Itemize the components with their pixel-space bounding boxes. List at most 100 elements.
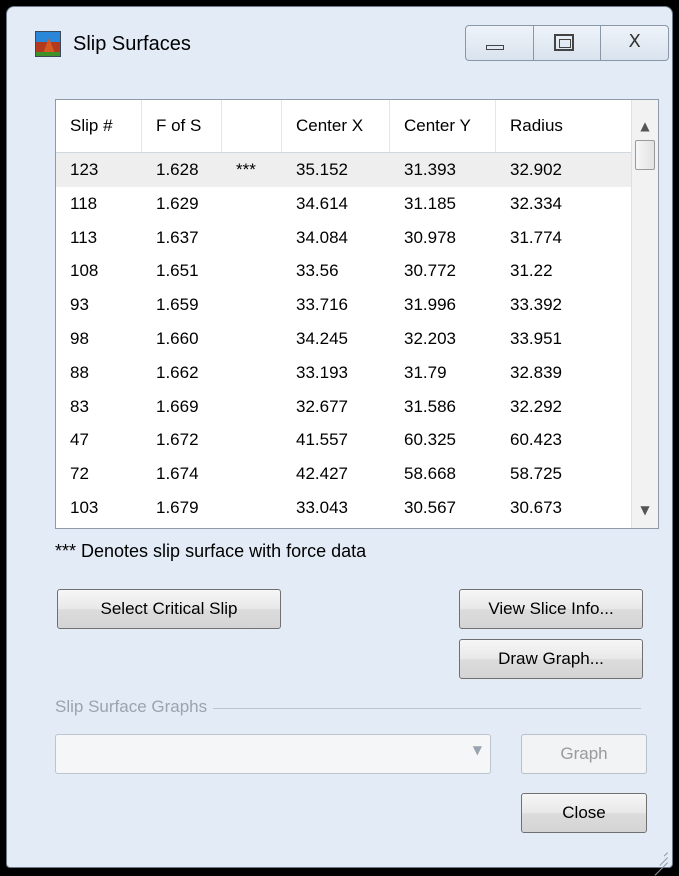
table-row[interactable]: 118 1.629 34.614 31.185 32.334 (56, 187, 632, 221)
chevron-down-icon: ▼ (472, 743, 482, 757)
draw-graph-button[interactable]: Draw Graph... (459, 639, 643, 679)
force-flag-cell (222, 288, 282, 322)
graph-type-select[interactable]: ▼ (55, 734, 491, 774)
column-header-flag[interactable] (222, 100, 282, 152)
column-header-center-y[interactable]: Center Y (390, 100, 496, 152)
force-flag-cell (222, 390, 282, 424)
factor-of-safety-cell: 1.637 (156, 227, 199, 247)
title-bar[interactable]: Slip Surfaces X (7, 7, 672, 65)
center-y-cell: 31.996 (404, 295, 456, 315)
force-flag-cell (222, 491, 282, 525)
factor-of-safety-cell: 1.660 (156, 328, 199, 348)
center-x-cell: 34.614 (296, 193, 348, 213)
center-x-cell: 32.677 (296, 396, 348, 416)
caption-buttons: X (465, 25, 669, 61)
slip-surface-graphs-label: Slip Surface Graphs (55, 697, 214, 717)
slip-number-cell: 113 (70, 227, 98, 247)
vertical-scrollbar[interactable]: ▲ ▼ (631, 100, 658, 528)
minimize-button[interactable] (466, 26, 534, 60)
center-x-cell: 35.152 (296, 160, 348, 179)
column-header-fos[interactable]: F of S (142, 100, 222, 152)
slip-number-cell: 83 (70, 396, 89, 416)
scroll-down-icon[interactable]: ▼ (632, 496, 658, 524)
column-header-center-x[interactable]: Center X (282, 100, 390, 152)
view-slice-info-button[interactable]: View Slice Info... (459, 589, 643, 629)
radius-cell: 32.334 (510, 193, 562, 213)
table-row[interactable]: 83 1.669 32.677 31.586 32.292 (56, 390, 632, 424)
column-header-radius[interactable]: Radius (496, 100, 608, 152)
table-row[interactable]: 98 1.660 34.245 32.203 33.951 (56, 322, 632, 356)
center-y-cell: 31.586 (404, 396, 456, 416)
table-row[interactable]: 108 1.651 33.56 30.772 31.22 (56, 254, 632, 288)
force-flag-cell (222, 423, 282, 457)
factor-of-safety-cell: 1.674 (156, 464, 199, 484)
table-row[interactable]: 72 1.674 42.427 58.668 58.725 (56, 457, 632, 491)
radius-cell: 32.902 (510, 160, 562, 179)
center-y-cell: 31.185 (404, 193, 456, 213)
force-flag-cell (222, 322, 282, 356)
center-y-cell: 30.772 (404, 261, 456, 281)
table-row[interactable]: 93 1.659 33.716 31.996 33.392 (56, 288, 632, 322)
center-x-cell: 33.193 (296, 362, 348, 382)
factor-of-safety-cell: 1.659 (156, 295, 199, 315)
close-icon: X (628, 31, 641, 52)
close-button[interactable]: X (601, 26, 668, 60)
radius-cell: 58.725 (510, 464, 562, 484)
slip-number-cell: 118 (70, 193, 98, 213)
force-flag-cell (222, 254, 282, 288)
column-header-slip[interactable]: Slip # (56, 100, 142, 152)
factor-of-safety-cell: 1.651 (156, 261, 199, 281)
table-row[interactable]: 113 1.637 34.084 30.978 31.774 (56, 221, 632, 255)
factor-of-safety-cell: 1.669 (156, 396, 199, 416)
force-flag-cell (222, 187, 282, 221)
factor-of-safety-cell: 1.672 (156, 430, 199, 450)
slip-number-cell: 47 (70, 430, 89, 450)
force-flag-cell (222, 356, 282, 390)
center-y-cell: 58.668 (404, 464, 456, 484)
center-x-cell: 42.427 (296, 464, 348, 484)
minimize-icon (486, 45, 504, 50)
force-data-note: *** Denotes slip surface with force data (55, 541, 367, 561)
graph-button[interactable]: Graph (521, 734, 647, 774)
factor-of-safety-cell: 1.679 (156, 497, 199, 517)
radius-cell: 30.673 (510, 497, 562, 517)
maximize-button[interactable] (534, 26, 602, 60)
slip-surfaces-table[interactable]: Slip # F of S Center X Center Y Radius 1… (55, 99, 659, 529)
center-x-cell: 33.043 (296, 497, 348, 517)
slip-number-cell: 72 (70, 464, 89, 484)
slip-number-cell: 93 (70, 295, 89, 315)
table-header: Slip # F of S Center X Center Y Radius (56, 100, 632, 153)
center-x-cell: 34.084 (296, 227, 348, 247)
slip-surfaces-window: Slip Surfaces X Slip # F of S Center X C… (6, 6, 673, 876)
radius-cell: 60.423 (510, 430, 562, 450)
resize-grip-icon[interactable] (652, 847, 668, 876)
center-y-cell: 60.325 (404, 430, 456, 450)
table-row[interactable]: 103 1.679 33.043 30.567 30.673 (56, 491, 632, 525)
center-x-cell: 34.245 (296, 328, 348, 348)
force-flag-cell (222, 221, 282, 255)
select-critical-slip-button[interactable]: Select Critical Slip (57, 589, 281, 629)
center-y-cell: 30.978 (404, 227, 456, 247)
window-title: Slip Surfaces (73, 33, 191, 55)
app-logo-icon (35, 31, 61, 57)
table-body: 123 1.628 *** 35.152 31.393 32.902 118 1.629 34.… (56, 153, 632, 525)
center-y-cell: 31.79 (404, 362, 447, 382)
center-y-cell: 32.203 (404, 328, 456, 348)
scroll-thumb[interactable] (635, 140, 655, 170)
center-x-cell: 33.716 (296, 295, 348, 315)
scroll-up-icon[interactable]: ▲ (632, 112, 658, 140)
slip-number-cell: 88 (70, 362, 89, 382)
radius-cell: 33.392 (510, 295, 562, 315)
center-x-cell: 33.56 (296, 261, 339, 281)
table-row[interactable]: 88 1.662 33.193 31.79 32.839 (56, 356, 632, 390)
slip-number-cell: 103 (70, 497, 99, 517)
radius-cell: 32.839 (510, 362, 562, 382)
factor-of-safety-cell: 1.628 (156, 160, 199, 179)
table-row[interactable]: 123 1.628 *** 35.152 31.393 32.902 (56, 153, 632, 187)
slip-number-cell: 108 (70, 261, 99, 281)
table-row[interactable]: 47 1.672 41.557 60.325 60.423 (56, 423, 632, 457)
radius-cell: 31.774 (510, 227, 562, 247)
close-dialog-button[interactable]: Close (521, 793, 647, 833)
center-y-cell: 30.567 (404, 497, 456, 517)
factor-of-safety-cell: 1.629 (156, 193, 199, 213)
